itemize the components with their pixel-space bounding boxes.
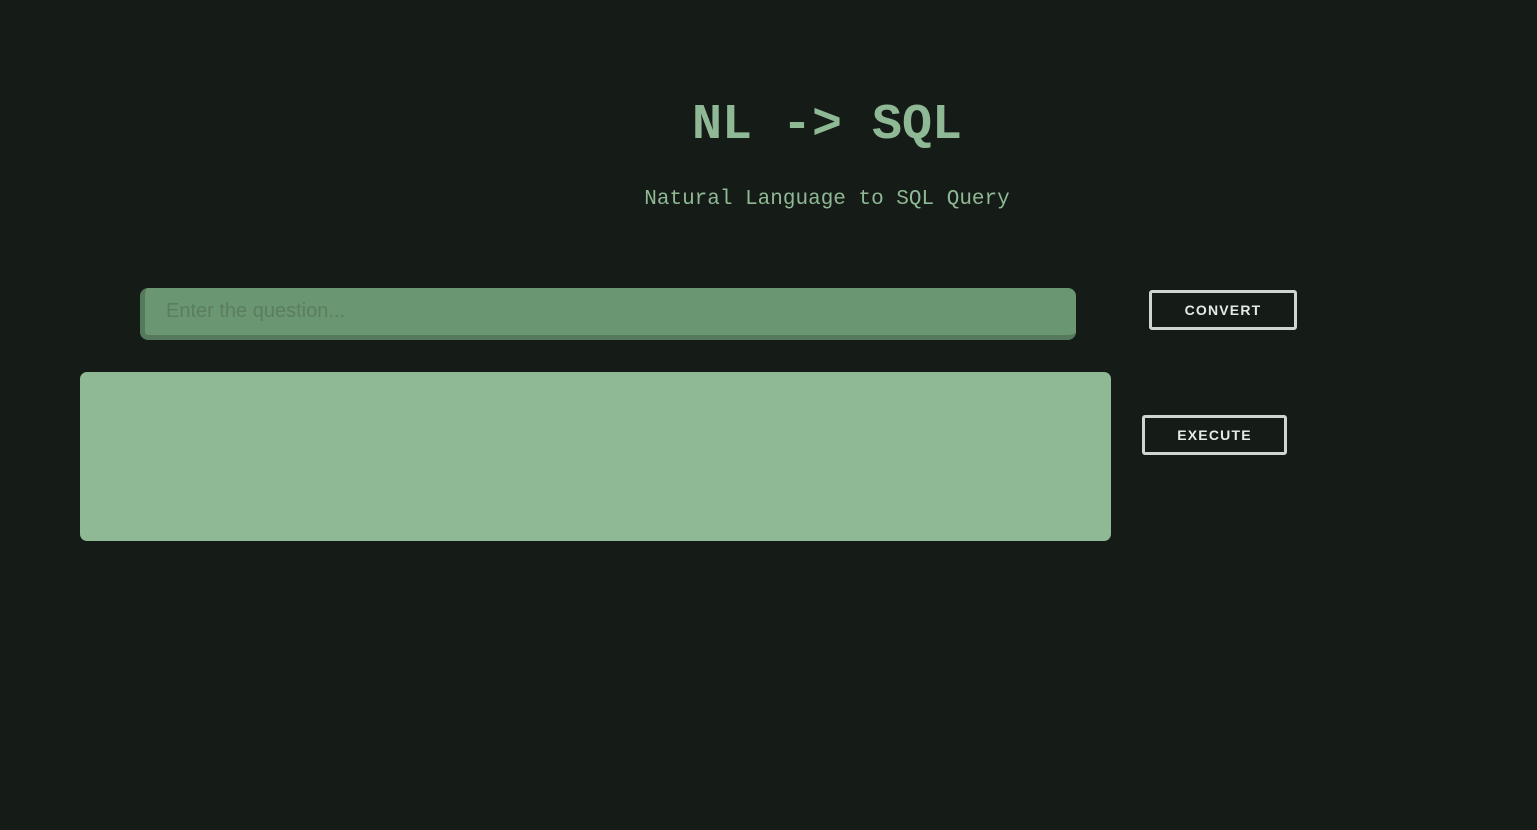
execute-button[interactable]: EXECUTE: [1142, 415, 1287, 455]
page-subtitle: Natural Language to SQL Query: [644, 188, 1010, 211]
question-input[interactable]: [140, 288, 1076, 340]
app-page: NL -> SQL Natural Language to SQL Query …: [0, 0, 1537, 830]
convert-button[interactable]: CONVERT: [1149, 290, 1297, 330]
sql-query-textarea[interactable]: [80, 372, 1111, 541]
page-title: NL -> SQL: [691, 97, 963, 154]
